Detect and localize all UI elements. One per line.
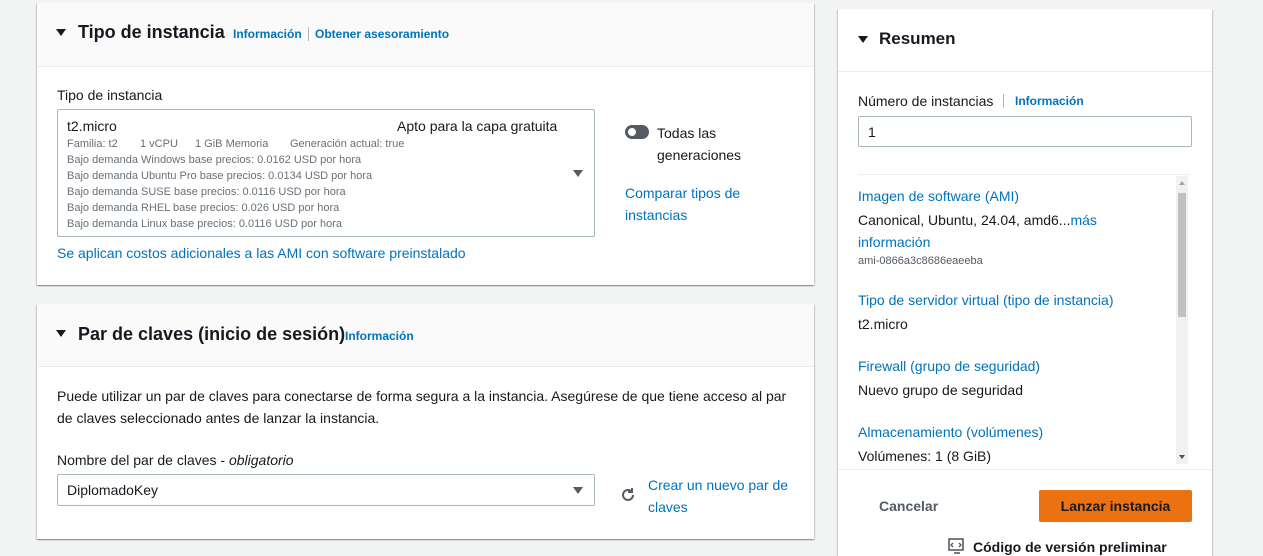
key-pair-description: Puede utilizar un par de claves para con… — [57, 388, 787, 404]
preview-code-icon-svg — [948, 538, 964, 554]
instance-memory: 1 GiB Memoria — [195, 138, 269, 150]
compare-instance-types-link[interactable]: instancias — [625, 207, 687, 223]
summary-footer-divider — [838, 469, 1212, 470]
instance-type-select[interactable]: t2.micro Apto para la capa gratuita Fami… — [57, 109, 595, 237]
ami-more-info-link[interactable]: información — [858, 234, 930, 250]
link-separator — [308, 27, 309, 41]
scroll-up-icon[interactable] — [1179, 181, 1185, 185]
all-generations-label: generaciones — [657, 147, 742, 163]
instance-type-info-link[interactable]: Información — [233, 27, 302, 41]
required-label: obligatorio — [228, 452, 294, 468]
caret-down-icon[interactable] — [858, 36, 868, 43]
summary-header[interactable]: Resumen — [838, 9, 1212, 72]
summary-panel: Resumen Número de instancias Información… — [838, 9, 1212, 556]
instance-count-input[interactable]: 1 — [858, 116, 1192, 147]
price-line: Bajo demanda Ubuntu Pro base precios: 0.… — [67, 170, 373, 182]
refresh-icon[interactable] — [619, 486, 637, 504]
preview-code-icon[interactable] — [948, 538, 966, 554]
preview-code-button[interactable]: Código de versión preliminar — [973, 539, 1167, 555]
price-line: Bajo demanda Linux base precios: 0.0116 … — [67, 218, 342, 230]
additional-costs-link[interactable]: Se aplican costos adicionales a las AMI … — [57, 245, 466, 261]
instance-type-header[interactable]: Tipo de instancia Información Obtener as… — [37, 3, 814, 67]
create-key-pair-link[interactable]: Crear un nuevo par de — [648, 477, 788, 493]
key-pair-description: de claves seleccionado antes de lanzar l… — [57, 410, 380, 426]
scroll-thumb[interactable] — [1178, 193, 1186, 317]
price-line: Bajo demanda SUSE base precios: 0.0116 U… — [67, 186, 346, 198]
summary-title: Resumen — [879, 29, 956, 48]
instance-type-name: t2.micro — [67, 118, 117, 134]
cancel-button[interactable]: Cancelar — [879, 498, 938, 514]
dropdown-arrow-icon[interactable] — [573, 487, 583, 494]
summary-details: Imagen de software (AMI) Canonical, Ubun… — [858, 174, 1190, 466]
instance-family: Familia: t2 — [67, 138, 118, 150]
key-pair-field-label-text: Nombre del par de claves - — [57, 452, 229, 468]
instance-type-field-label: Tipo de instancia — [57, 87, 163, 103]
compare-instance-types-link[interactable]: Comparar tipos de — [625, 185, 740, 201]
instance-count-info-link[interactable]: Información — [1015, 94, 1084, 108]
storage-link[interactable]: Almacenamiento (volúmenes) — [858, 424, 1043, 440]
server-type-value: t2.micro — [858, 316, 908, 332]
server-type-link[interactable]: Tipo de servidor virtual (tipo de instan… — [858, 292, 1114, 308]
key-pair-selected: DiplomadoKey — [67, 482, 159, 498]
toggle-knob — [628, 128, 636, 136]
key-pair-header[interactable]: Par de claves (inicio de sesión) Informa… — [37, 304, 814, 367]
launch-instance-button[interactable]: Lanzar instancia — [1039, 490, 1192, 522]
instance-type-title: Tipo de instancia — [78, 22, 225, 42]
price-line: Bajo demanda Windows base precios: 0.016… — [67, 154, 362, 166]
caret-down-icon[interactable] — [56, 330, 66, 337]
free-tier-label: Apto para la capa gratuita — [397, 118, 558, 134]
dropdown-arrow-icon[interactable] — [573, 170, 583, 177]
ami-value-text: Canonical, Ubuntu, 24.04, amd6... — [858, 212, 1071, 228]
key-pair-title: Par de claves (inicio de sesión) — [78, 324, 346, 344]
storage-value: Volúmenes: 1 (8 GiB) — [858, 448, 992, 464]
key-pair-field-label: Nombre del par de claves - obligatorio — [57, 452, 294, 468]
key-pair-select[interactable]: DiplomadoKey — [57, 474, 595, 506]
key-pair-panel: Par de claves (inicio de sesión) Informa… — [37, 304, 814, 539]
all-generations-label: Todas las — [657, 125, 717, 141]
ami-more-info-link[interactable]: más — [1070, 212, 1096, 228]
instance-generation: Generación actual: true — [290, 138, 405, 150]
instance-count-label: Número de instancias — [858, 93, 994, 109]
key-pair-info-link[interactable]: Información — [345, 329, 414, 343]
link-separator — [1003, 94, 1004, 108]
all-generations-toggle[interactable] — [625, 125, 649, 139]
instance-type-panel: Tipo de instancia Información Obtener as… — [37, 3, 814, 285]
ami-id: ami-0866a3c8686eaeeba — [858, 255, 983, 267]
caret-down-icon[interactable] — [56, 29, 66, 36]
firewall-value: Nuevo grupo de seguridad — [858, 382, 1024, 398]
summary-scrollbar[interactable] — [1176, 176, 1188, 464]
instance-count-value: 1 — [868, 124, 876, 140]
refresh-icon-svg — [622, 488, 634, 501]
ami-value: Canonical, Ubuntu, 24.04, amd6...más — [858, 212, 1097, 228]
price-line: Bajo demanda RHEL base precios: 0.026 US… — [67, 202, 340, 214]
firewall-link[interactable]: Firewall (grupo de seguridad) — [858, 358, 1040, 374]
create-key-pair-link[interactable]: claves — [648, 499, 688, 515]
get-advice-link[interactable]: Obtener asesoramiento — [315, 27, 449, 41]
scroll-down-icon[interactable] — [1179, 455, 1185, 459]
ami-link[interactable]: Imagen de software (AMI) — [858, 188, 1019, 204]
instance-vcpu: 1 vCPU — [140, 138, 178, 150]
